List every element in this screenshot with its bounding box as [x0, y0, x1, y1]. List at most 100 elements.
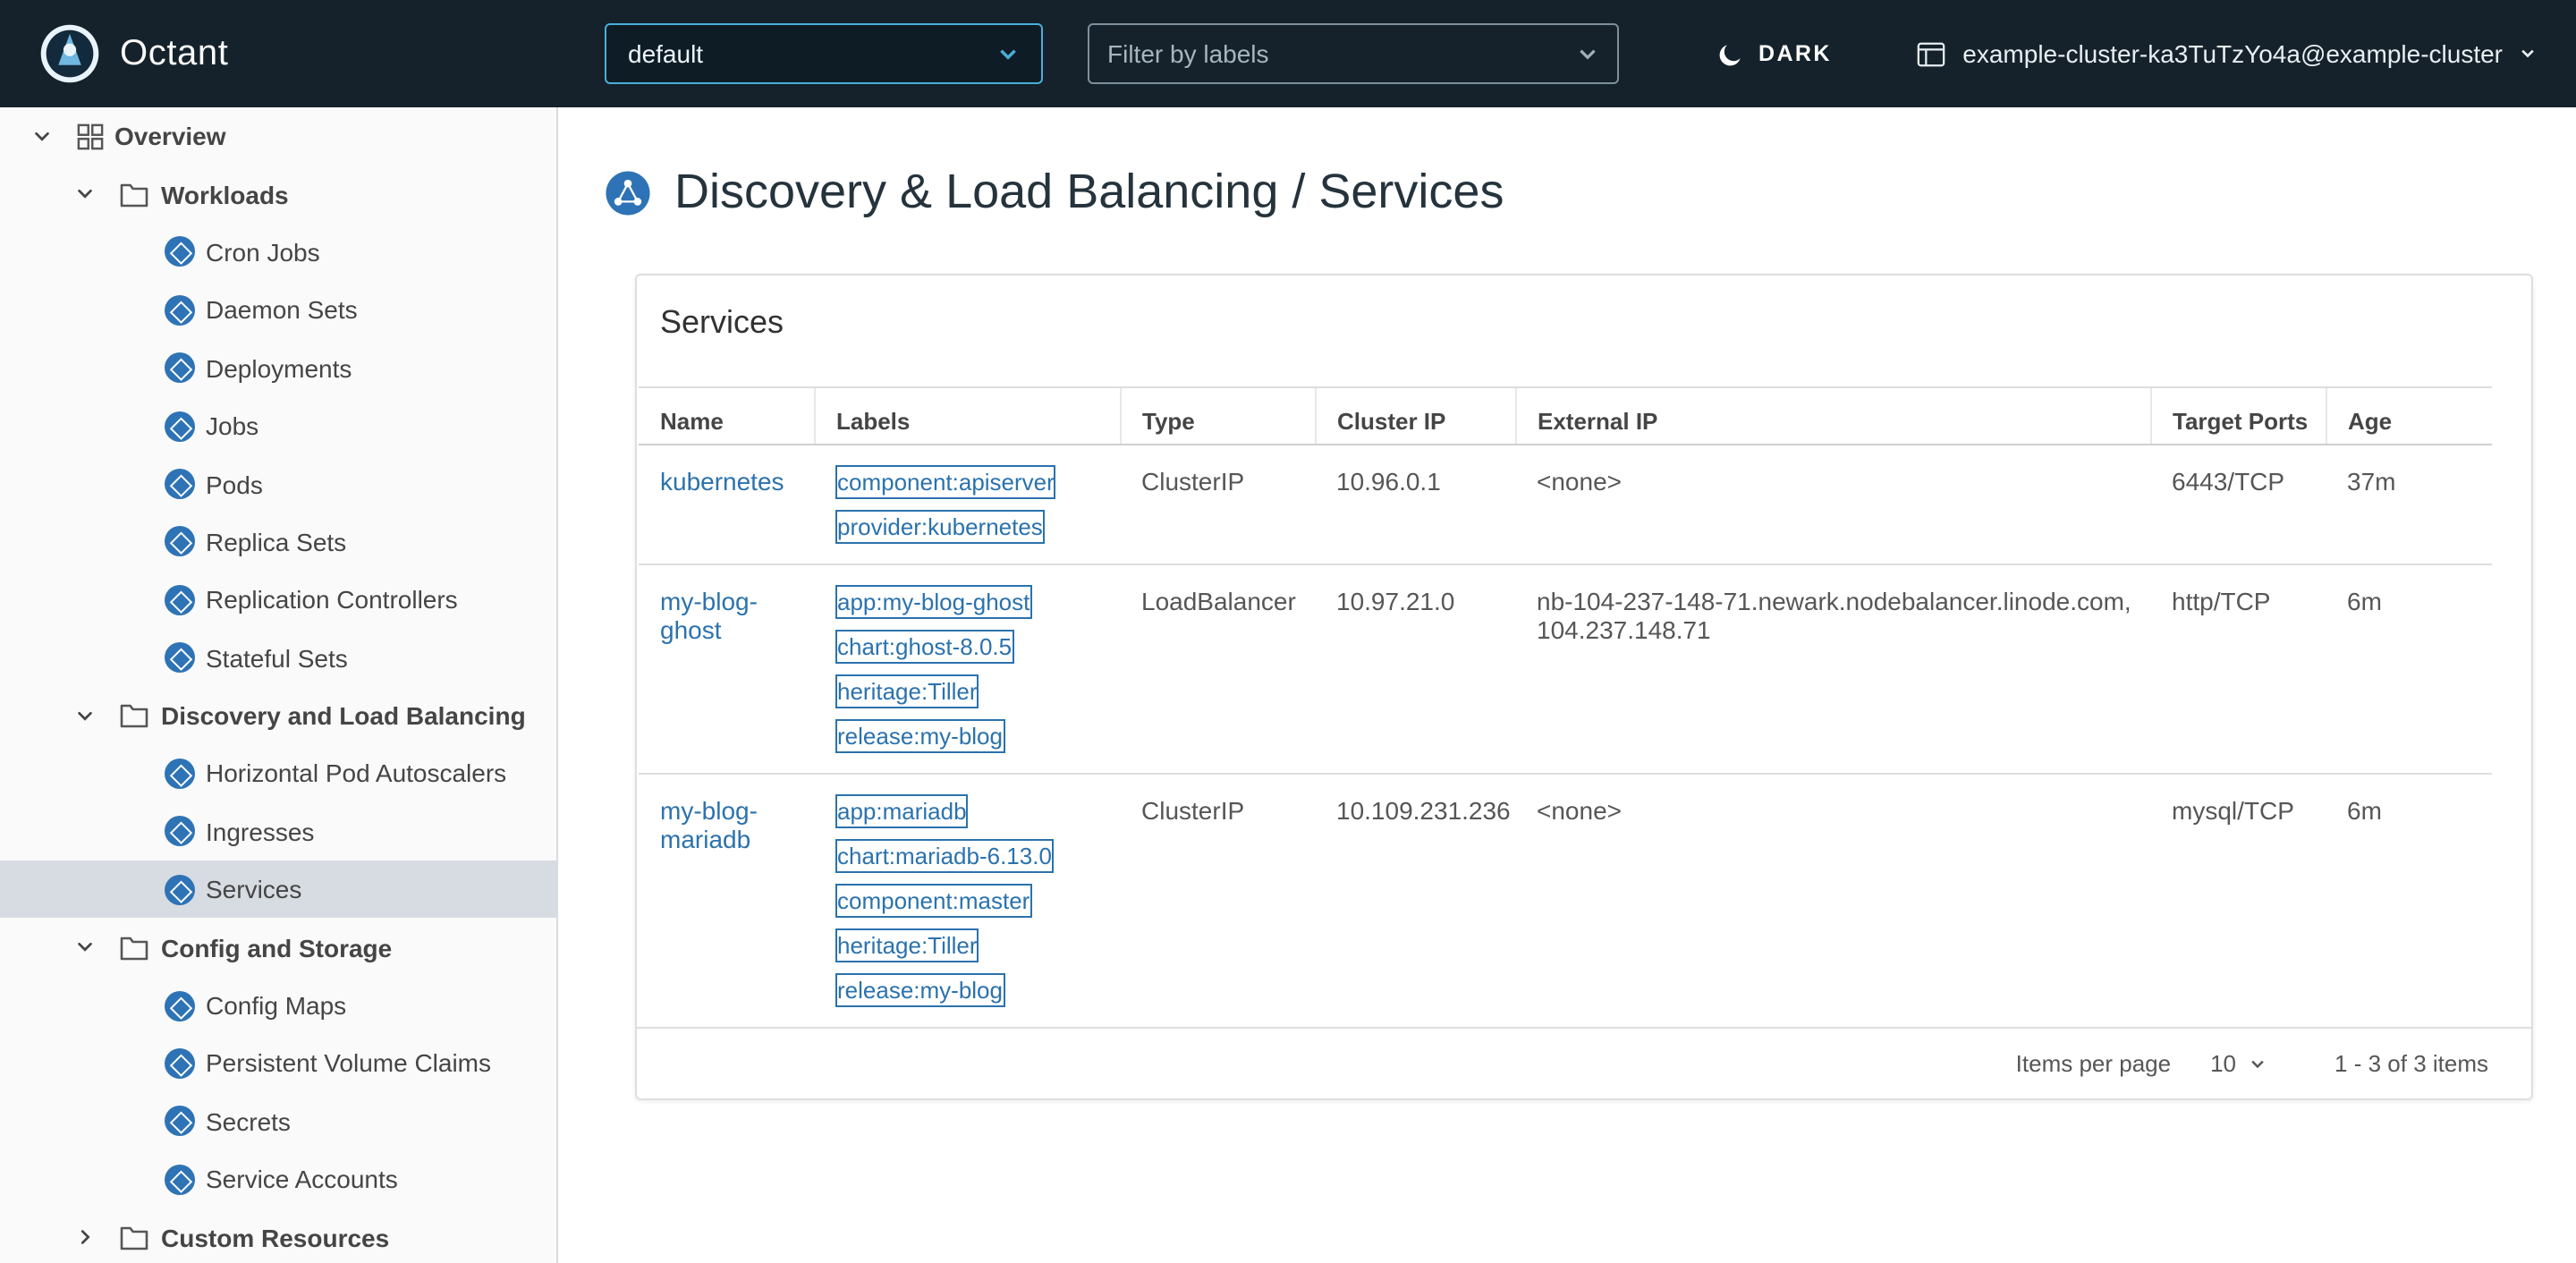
label-pill[interactable]: app:mariadb: [835, 794, 969, 828]
cell-external-ip: <none>: [1515, 445, 2150, 565]
daemon-sets-icon: [165, 294, 195, 326]
label-pill[interactable]: heritage:Tiller: [835, 674, 979, 708]
label-pill[interactable]: component:apiserver: [835, 465, 1056, 499]
label-pill[interactable]: heritage:Tiller: [835, 928, 979, 962]
dark-theme-toggle[interactable]: DARK: [1717, 0, 1832, 107]
sidebar-item-label: Deployments: [206, 353, 352, 383]
replica-sets-icon: [165, 526, 195, 557]
cell-type: LoadBalancer: [1120, 564, 1315, 775]
pagination-range: 1 - 3 of 3 items: [2334, 1050, 2488, 1077]
label-pill[interactable]: app:my-blog-ghost: [835, 585, 1032, 619]
namespace-dropdown[interactable]: default: [605, 23, 1043, 84]
horizontal-pod-autoscalers-icon: [165, 758, 195, 789]
config-maps-icon: [165, 990, 195, 1021]
moon-icon: [1717, 40, 1744, 67]
column-header-external-ip: External IP: [1514, 386, 2150, 445]
chevron-down-icon: [2249, 1055, 2267, 1072]
label-pill[interactable]: release:my-blog: [835, 973, 1004, 1007]
label-pill[interactable]: chart:mariadb-6.13.0: [835, 839, 1054, 873]
sidebar-item-deployments[interactable]: Deployments: [0, 339, 556, 397]
cell-target-ports: 6443/TCP: [2150, 445, 2326, 565]
sidebar-item-label: Config Maps: [206, 991, 347, 1021]
folder-icon: [120, 1225, 148, 1250]
sidebar-item-pods[interactable]: Pods: [0, 455, 556, 513]
sidebar-item-persistent-volume-claims[interactable]: Persistent Volume Claims: [0, 1035, 556, 1093]
services-table: Name Labels Type Cluster IP External IP …: [639, 386, 2492, 1027]
items-per-page-value: 10: [2210, 1050, 2237, 1077]
jobs-icon: [165, 411, 195, 442]
sidebar-item-label: Horizontal Pod Autoscalers: [206, 759, 507, 788]
sidebar-item-replica-sets[interactable]: Replica Sets: [0, 513, 556, 571]
table-pagination: Items per page 10 1 - 3 of 3 items: [637, 1027, 2531, 1098]
service-link[interactable]: my-blog-ghost: [660, 587, 758, 644]
sidebar-item-ingresses[interactable]: Ingresses: [0, 802, 556, 860]
chevron-down-icon: [996, 42, 1020, 65]
chevron-down-icon[interactable]: [72, 935, 97, 960]
services-icon: [165, 874, 195, 905]
cell-labels: app:mariadb chart:mariadb-6.13.0 compone…: [814, 774, 1120, 1027]
top-header-bar: Octant default DARK: [0, 0, 2576, 107]
sidebar-group-workloads[interactable]: Workloads: [0, 165, 556, 224]
folder-icon: [120, 703, 148, 728]
chevron-down-icon[interactable]: [29, 123, 54, 148]
service-accounts-icon: [165, 1164, 195, 1195]
app-title: Octant: [120, 33, 229, 72]
sidebar-item-label: Replica Sets: [206, 527, 347, 556]
sidebar-item-replication-controllers[interactable]: Replication Controllers: [0, 571, 556, 629]
sidebar-item-label: Discovery and Load Balancing: [161, 701, 526, 731]
sidebar-group-custom-resources[interactable]: Custom Resources: [0, 1208, 556, 1263]
octant-app-window: Octant default DARK: [0, 0, 2576, 1263]
sidebar-item-service-accounts[interactable]: Service Accounts: [0, 1150, 556, 1208]
sidebar-group-config-and-storage[interactable]: Config and Storage: [0, 919, 556, 977]
table-row: my-blog-mariadb app:mariadb chart:mariad…: [639, 774, 2492, 1027]
sidebar-item-label: Jobs: [206, 411, 259, 441]
page-title-text: Discovery & Load Balancing / Services: [674, 165, 1504, 218]
cell-age: 6m: [2347, 796, 2382, 825]
sidebar-item-label: Overview: [114, 122, 226, 151]
discovery-load-balancing-icon: [605, 169, 651, 216]
dark-toggle-label: DARK: [1758, 41, 1832, 66]
cell-age: 6m: [2326, 564, 2492, 775]
card-title: Services: [660, 304, 784, 340]
cluster-selector[interactable]: example-cluster-ka3TuTzYo4a@example-clus…: [1916, 0, 2537, 107]
sidebar-item-label: Secrets: [206, 1106, 291, 1136]
label-pill[interactable]: chart:ghost-8.0.5: [835, 630, 1014, 664]
app-brand[interactable]: Octant: [39, 0, 228, 107]
label-pill[interactable]: release:my-blog: [835, 719, 1004, 753]
label-filter-input[interactable]: [1107, 39, 1576, 68]
sidebar-item-secrets[interactable]: Secrets: [0, 1092, 556, 1150]
cell-target-ports: mysql/TCP: [2172, 796, 2294, 825]
sidebar-item-overview[interactable]: Overview: [0, 107, 556, 165]
sidebar-item-horizontal-pod-autoscalers[interactable]: Horizontal Pod Autoscalers: [0, 745, 556, 803]
sidebar-item-stateful-sets[interactable]: Stateful Sets: [0, 629, 556, 687]
sidebar-item-jobs[interactable]: Jobs: [0, 397, 556, 455]
sidebar-item-services[interactable]: Services: [0, 860, 556, 919]
sidebar-item-label: Custom Resources: [161, 1223, 390, 1252]
sidebar-item-label: Service Accounts: [206, 1165, 398, 1194]
sidebar-item-cron-jobs[interactable]: Cron Jobs: [0, 224, 556, 282]
column-header-labels: Labels: [813, 386, 1120, 445]
sidebar-item-label: Pods: [206, 470, 263, 499]
column-header-cluster-ip: Cluster IP: [1314, 386, 1515, 445]
label-pill[interactable]: component:master: [835, 884, 1032, 918]
service-link[interactable]: my-blog-mariadb: [660, 796, 758, 853]
label-pill[interactable]: provider:kubernetes: [835, 510, 1045, 544]
chevron-right-icon[interactable]: [72, 1225, 97, 1250]
cell-age: 37m: [2326, 445, 2492, 565]
cell-external-ip: nb-104-237-148-71.newark.nodebalancer.li…: [1515, 564, 2150, 775]
column-header-age: Age: [2325, 386, 2492, 445]
sidebar-item-config-maps[interactable]: Config Maps: [0, 977, 556, 1035]
chevron-down-icon[interactable]: [72, 182, 97, 207]
items-per-page-select[interactable]: 10: [2210, 1050, 2267, 1077]
items-per-page-label: Items per page: [2015, 1050, 2172, 1077]
table-row: my-blog-ghost app:my-blog-ghost chart:gh…: [639, 564, 2492, 775]
column-header-name: Name: [639, 386, 814, 445]
service-link[interactable]: kubernetes: [660, 467, 784, 496]
sidebar-group-discovery-and-load-balancing[interactable]: Discovery and Load Balancing: [0, 687, 556, 745]
sidebar-item-label: Config and Storage: [161, 933, 393, 962]
persistent-volume-claims-icon: [165, 1047, 195, 1079]
sidebar-item-daemon-sets[interactable]: Daemon Sets: [0, 281, 556, 339]
chevron-down-icon[interactable]: [1576, 42, 1599, 65]
cell-external-ip: <none>: [1537, 796, 1622, 825]
chevron-down-icon[interactable]: [72, 703, 97, 728]
